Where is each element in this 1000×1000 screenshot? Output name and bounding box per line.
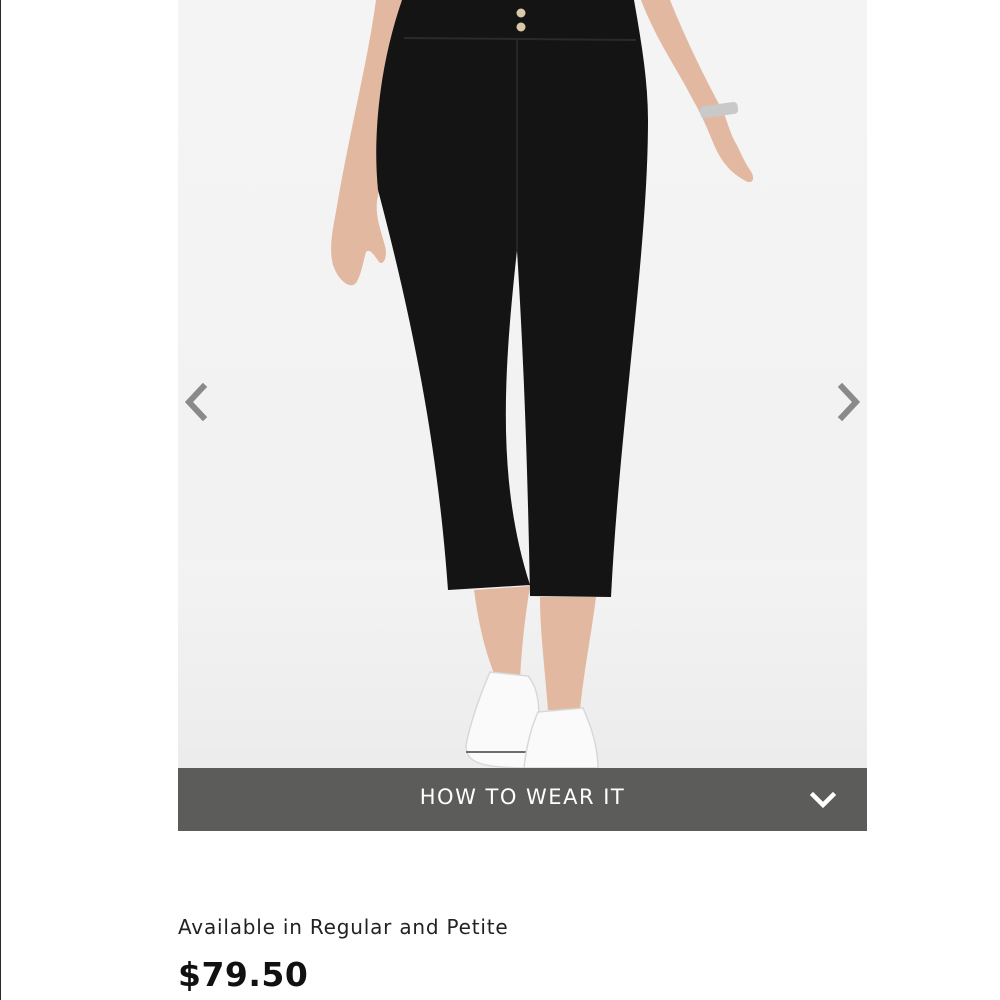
product-page: HOW TO WEAR IT Available in Regular and … [0, 0, 1000, 1000]
page-border [0, 0, 1, 1000]
carousel-next-button[interactable] [829, 378, 867, 426]
black-pants [376, 0, 648, 597]
left-calf [474, 586, 530, 680]
right-arm [641, 0, 754, 183]
waist-button-bottom [516, 22, 526, 32]
waist-button-top [516, 8, 526, 18]
right-sneaker [523, 707, 599, 768]
product-price: $79.50 [178, 955, 309, 994]
chevron-left-icon [184, 383, 208, 421]
chevron-down-icon [809, 791, 837, 809]
product-image-carousel[interactable] [178, 0, 867, 768]
carousel-prev-button[interactable] [178, 378, 216, 426]
size-availability-text: Available in Regular and Petite [178, 915, 509, 939]
how-to-wear-it-toggle[interactable]: HOW TO WEAR IT [178, 768, 867, 831]
product-photo [331, 0, 754, 768]
chevron-right-icon [837, 383, 861, 421]
right-calf [540, 597, 596, 710]
how-to-wear-it-label: HOW TO WEAR IT [419, 785, 626, 809]
